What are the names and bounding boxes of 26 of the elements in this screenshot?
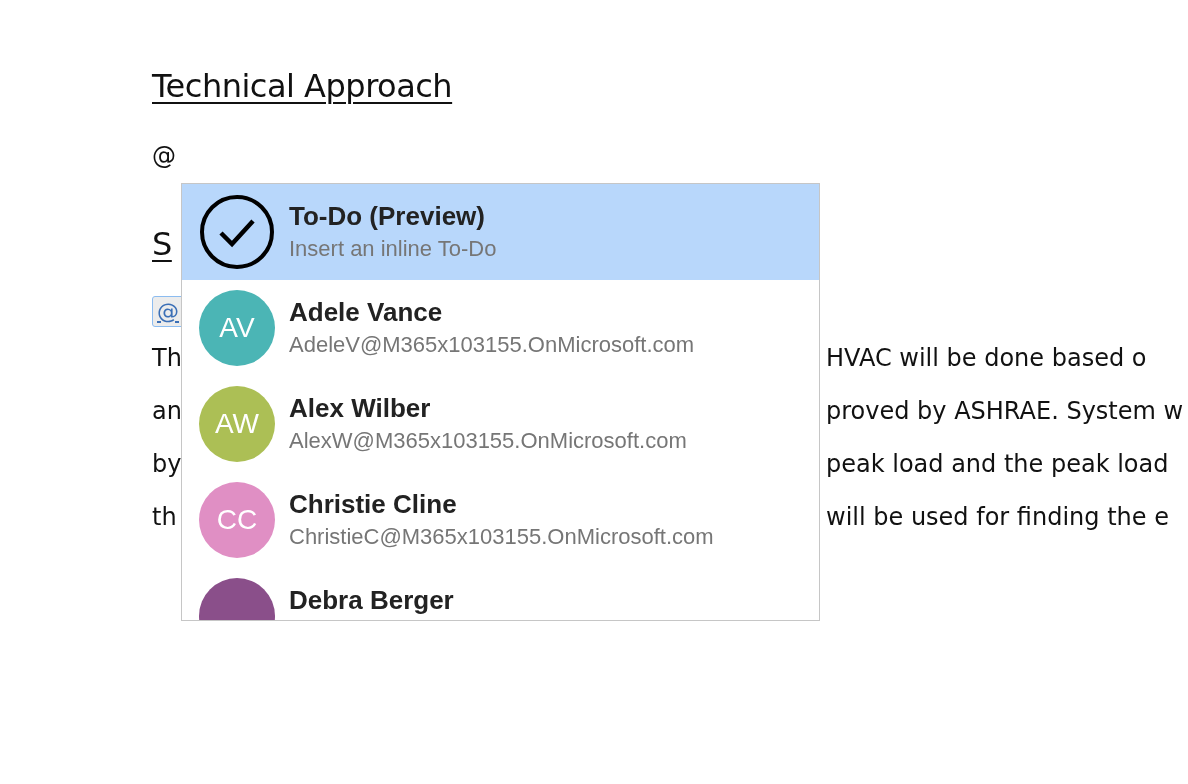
- typed-text: @: [152, 142, 176, 170]
- paragraph-text: an: [152, 396, 182, 425]
- paragraph-text: HVAC will be done based o: [826, 343, 1147, 372]
- paragraph-text: Th: [152, 343, 182, 372]
- paragraph-text: will be used for finding the e: [826, 502, 1169, 531]
- avatar: AW: [199, 386, 275, 462]
- item-subtitle: AdeleV@M365x103155.OnMicrosoft.com: [289, 332, 695, 358]
- item-title: To-Do (Preview): [289, 201, 486, 232]
- item-subtitle: ChristieC@M365x103155.OnMicrosoft.com: [289, 524, 714, 550]
- item-subtitle: Insert an inline To-Do: [289, 236, 497, 262]
- avatar: CC: [199, 482, 275, 558]
- item-title: Christie Cline: [289, 489, 458, 520]
- section-heading: Technical Approach: [152, 66, 453, 106]
- item-title: Adele Vance: [289, 297, 444, 328]
- item-title: Debra Berger: [289, 585, 454, 616]
- paragraph-text: proved by ASHRAE. System w: [826, 396, 1184, 425]
- paragraph-text: th: [152, 502, 177, 531]
- item-subtitle: AlexW@M365x103155.OnMicrosoft.com: [289, 428, 687, 454]
- section-heading: S: [152, 224, 172, 264]
- paragraph-text: peak load and the peak load: [826, 449, 1169, 478]
- paragraph-text: by: [152, 449, 182, 478]
- checkmark-circle-icon: [199, 194, 275, 270]
- mention-chip[interactable]: @: [152, 296, 184, 327]
- item-title: Alex Wilber: [289, 393, 432, 424]
- avatar: AV: [199, 290, 275, 366]
- menu-item[interactable]: To-Do (Preview) Insert an inline To-Do: [182, 184, 819, 280]
